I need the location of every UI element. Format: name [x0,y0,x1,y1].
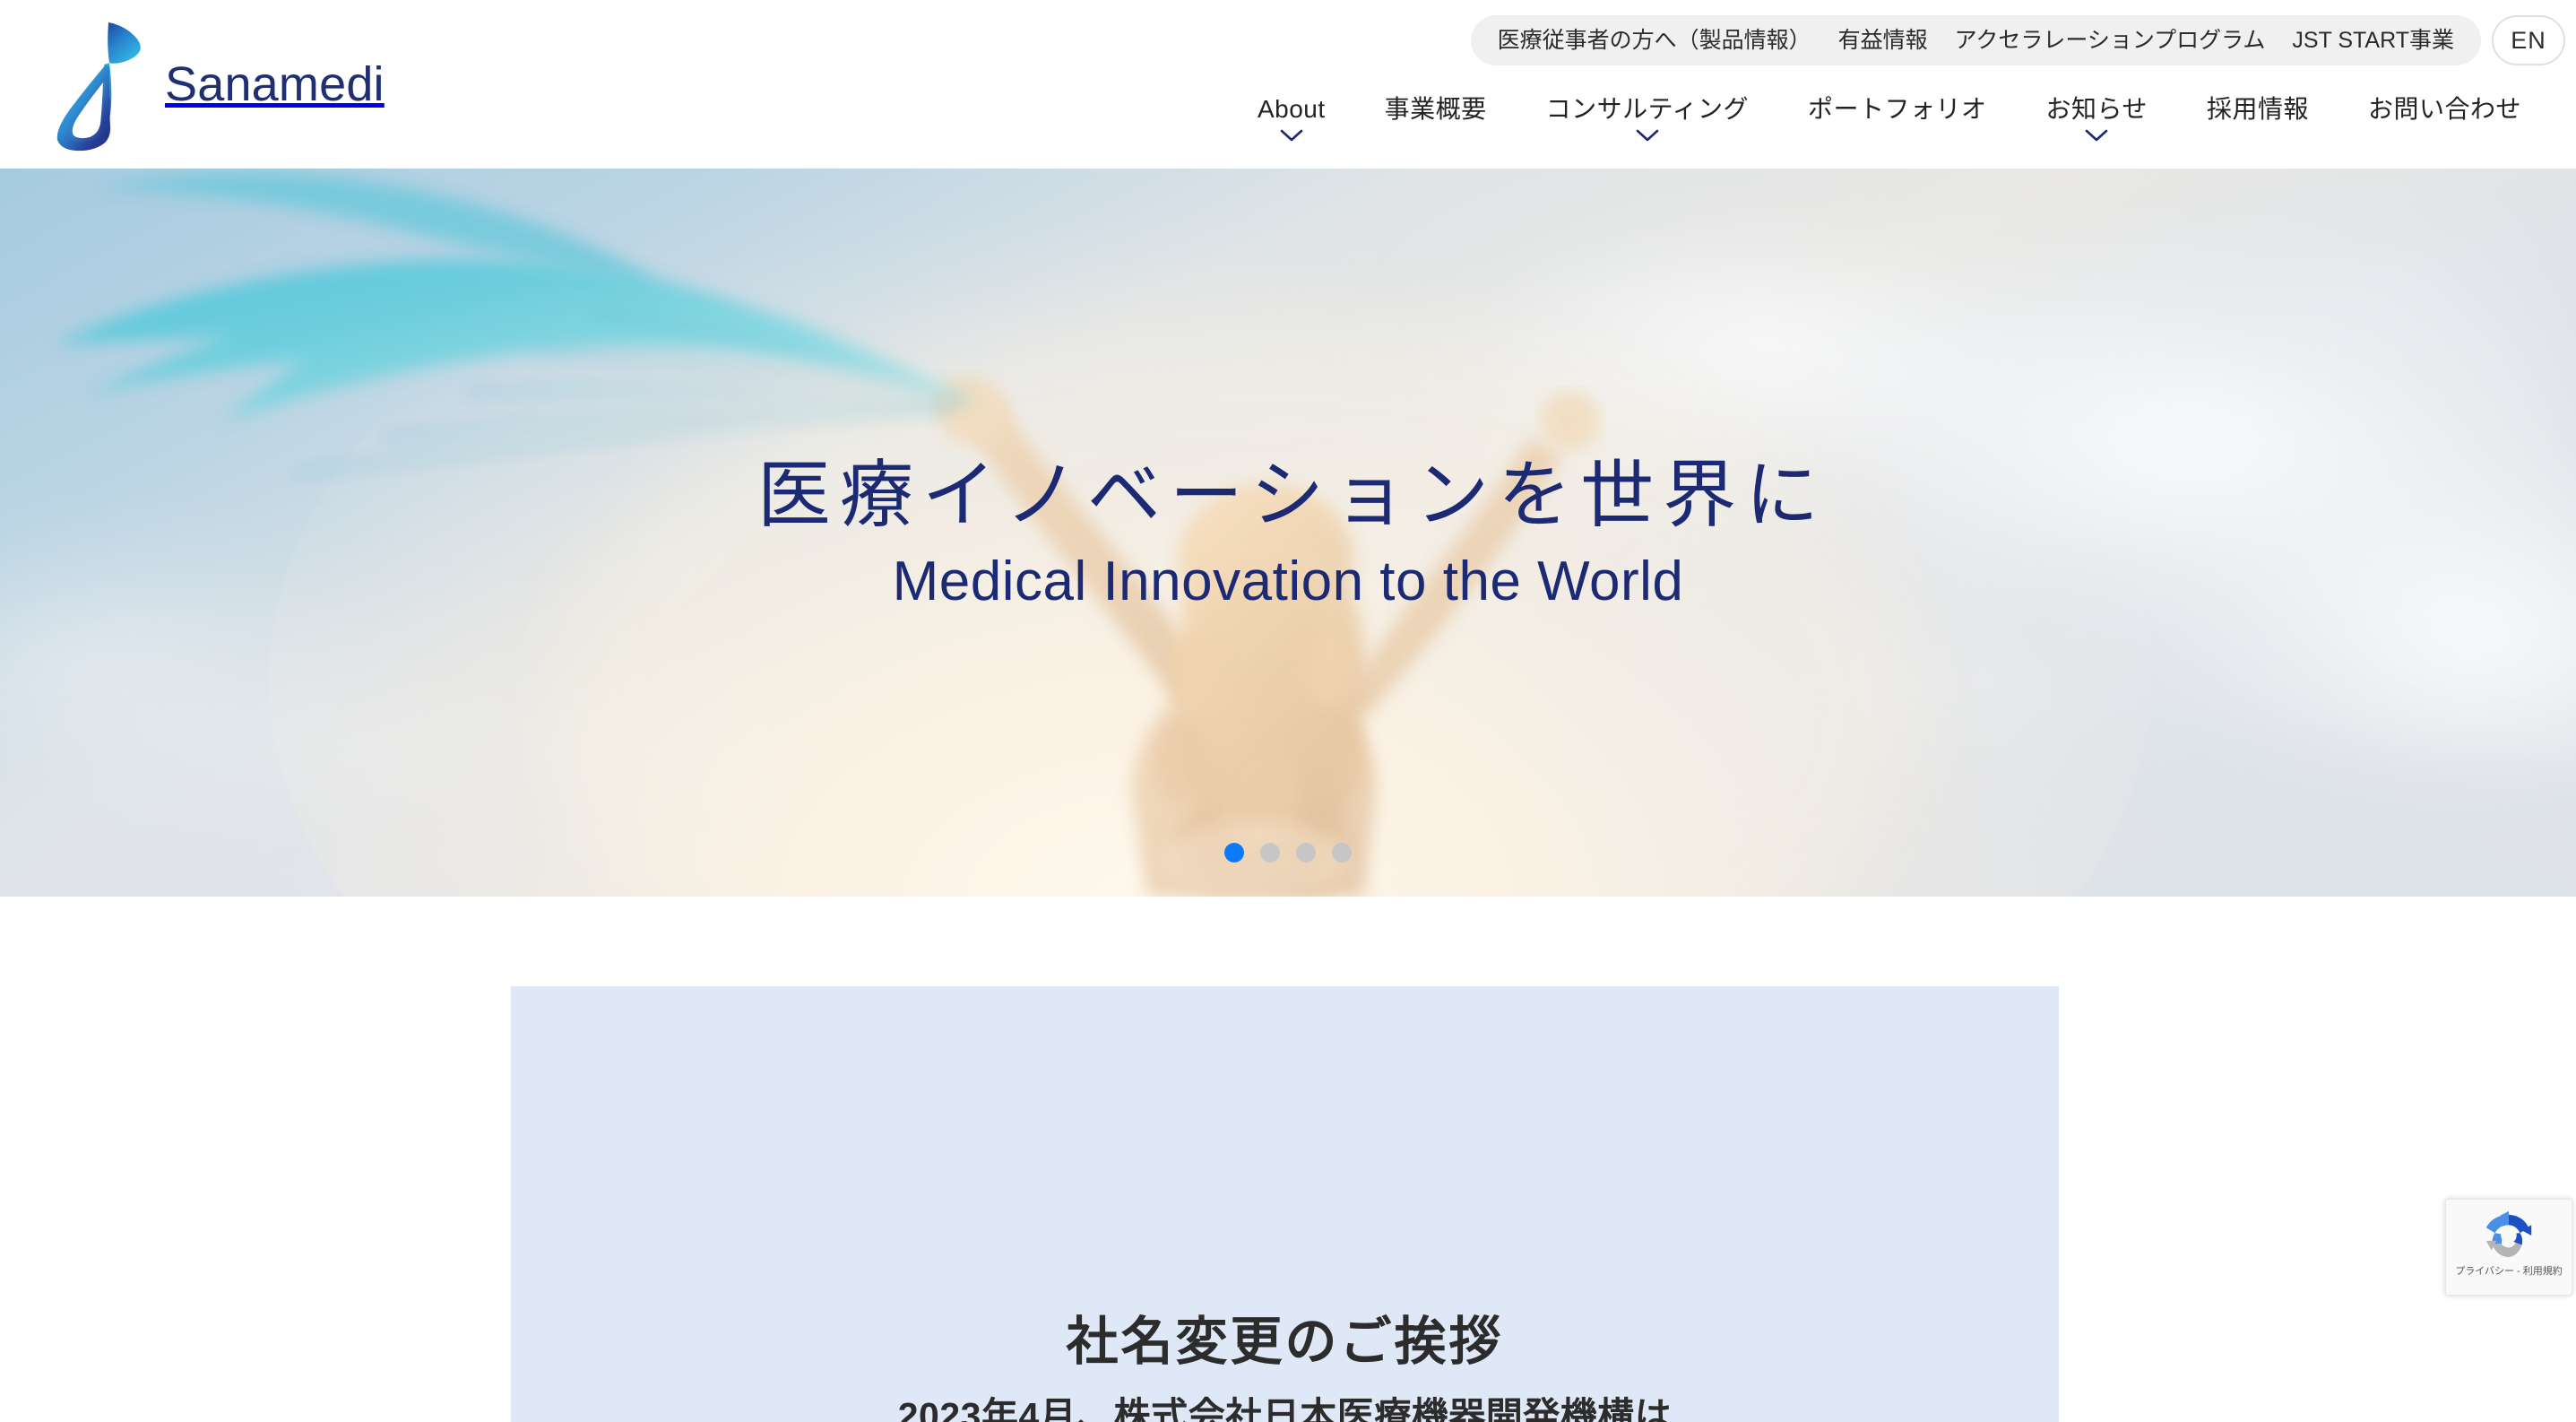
nav-item-about[interactable]: About [1228,93,1355,143]
announcement-body-line-1: 2023年4月、株式会社日本医療機器開発機構は [897,1394,1673,1422]
nav-label-news: お知らせ [2045,95,2148,123]
site-header: Sanamedi 医療従事者の方へ（製品情報） 有益情報 アクセラレーションプロ… [0,0,2576,169]
nav-item-contact[interactable]: お問い合わせ [2338,93,2551,125]
page-root: 医療イノベーションを世界に Medical Innovation to the … [0,0,2576,1422]
nav-item-portfolio[interactable]: ポートフォリオ [1778,93,2017,125]
nav-item-business-overview[interactable]: 事業概要 [1355,93,1517,125]
nav-label-contact: お問い合わせ [2367,95,2521,123]
nav-label-business-overview: 事業概要 [1384,95,1487,123]
language-switch-label: EN [2511,26,2546,54]
utility-link-useful-info[interactable]: 有益情報 [1838,29,1928,52]
nav-label-consulting: コンサルティング [1545,95,1749,123]
hero-carousel: 医療イノベーションを世界に Medical Innovation to the … [0,169,2576,897]
announcement-card-inner: 社名変更のご挨拶 2023年4月、株式会社日本医療機器開発機構は [511,986,2059,1422]
site-logo-text: Sanamedi [165,57,385,111]
chevron-down-icon [1636,129,1659,142]
announcement-heading: 社名変更のご挨拶 [1066,1313,1504,1371]
sanamedi-ribbon-logo-icon [56,22,141,152]
utility-nav: 医療従事者の方へ（製品情報） 有益情報 アクセラレーションプログラム JST S… [1470,15,2481,65]
language-switch-button[interactable]: EN [2492,15,2565,65]
nav-label-about: About [1257,95,1326,123]
utility-link-jst-start[interactable]: JST START事業 [2292,29,2454,52]
announcement-card: 社名変更のご挨拶 2023年4月、株式会社日本医療機器開発機構は [511,986,2059,1422]
utility-link-acceleration-program[interactable]: アクセラレーションプログラム [1955,29,2266,52]
nav-item-consulting[interactable]: コンサルティング [1517,93,1778,143]
chevron-down-icon [1280,129,1303,142]
utility-link-medical-professionals[interactable]: 医療従事者の方へ（製品情報） [1498,29,1811,52]
nav-label-portfolio: ポートフォリオ [1808,95,1987,123]
hero-background-image [0,169,2576,897]
nav-item-news[interactable]: お知らせ [2017,93,2177,143]
carousel-dot-3[interactable] [1296,843,1316,863]
nav-label-recruit: 採用情報 [2206,95,2309,123]
recaptcha-icon [2485,1210,2532,1258]
site-logo-link[interactable]: Sanamedi [47,13,385,156]
carousel-dots [0,843,2576,863]
recaptcha-badge[interactable]: プライバシー - 利用規約 [2445,1199,2572,1296]
carousel-dot-4[interactable] [1332,843,1352,863]
chevron-down-icon [2085,129,2108,142]
nav-item-recruit[interactable]: 採用情報 [2177,93,2338,125]
main-navigation: About 事業概要 コンサルティング ポートフォリオ お知らせ 採用情報 お問… [1228,93,2551,143]
carousel-dot-1[interactable] [1224,843,1244,863]
recaptcha-label: プライバシー - 利用規約 [2455,1266,2563,1277]
carousel-dot-2[interactable] [1260,843,1280,863]
